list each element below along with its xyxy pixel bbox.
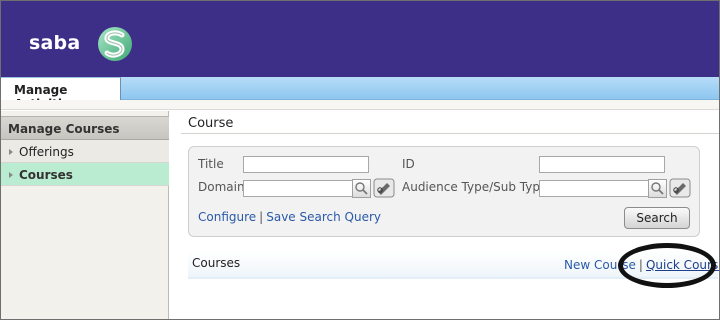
quick-course-link[interactable]: Quick Course (646, 258, 719, 272)
sidebar: Manage Courses Offerings Courses (1, 111, 169, 319)
app-window: saba Manage Activities Manage Courses Of… (0, 0, 720, 320)
audience-input[interactable] (540, 181, 648, 196)
saba-logo-icon (98, 27, 132, 61)
link-separator: | (259, 210, 264, 224)
sidebar-item-label: Offerings (19, 145, 74, 159)
audience-search-button[interactable] (648, 179, 667, 198)
page-title: Course (188, 116, 234, 131)
id-input[interactable] (540, 157, 664, 172)
search-panel: Title ID Domain Audience Type/Sub Type C… (188, 146, 700, 237)
chevron-right-icon (9, 172, 13, 178)
search-button[interactable]: Search (624, 207, 690, 229)
picker-icon (373, 178, 395, 198)
domain-picker-button[interactable] (373, 178, 395, 198)
tab-manage-activities[interactable]: Manage Activities (1, 77, 121, 111)
course-actions: New Course | Quick Course (564, 258, 719, 272)
save-search-query-link[interactable]: Save Search Query (266, 210, 381, 224)
title-input[interactable] (244, 157, 368, 172)
search-icon (355, 182, 368, 195)
divider (181, 133, 719, 134)
audience-label: Audience Type/Sub Type (402, 180, 548, 194)
sub-bar (1, 100, 719, 110)
id-label: ID (402, 157, 415, 171)
id-field[interactable] (539, 156, 665, 173)
domain-label: Domain (198, 180, 245, 194)
title-field[interactable] (243, 156, 369, 173)
tab-strip: Manage Activities (1, 77, 719, 111)
new-course-link[interactable]: New Course (564, 258, 636, 272)
search-links: Configure | Save Search Query (198, 210, 381, 224)
domain-search-button[interactable] (352, 179, 371, 198)
link-separator: | (638, 258, 643, 272)
courses-section-header: Courses New Course | Quick Course (188, 251, 719, 279)
main-content: Course Title ID Domain Audience Type/Sub… (181, 111, 719, 319)
configure-link[interactable]: Configure (198, 210, 256, 224)
domain-input[interactable] (244, 181, 352, 196)
domain-field[interactable] (243, 180, 353, 197)
courses-label: Courses (192, 256, 241, 270)
picker-icon (669, 178, 691, 198)
title-label: Title (198, 157, 224, 171)
audience-picker-button[interactable] (669, 178, 691, 198)
brand-logo-text: saba (29, 32, 81, 54)
header-bar: saba (1, 1, 719, 77)
sidebar-item-offerings[interactable]: Offerings (1, 140, 169, 163)
audience-field[interactable] (539, 180, 649, 197)
sidebar-heading: Manage Courses (1, 116, 169, 140)
search-icon (651, 182, 664, 195)
sidebar-item-courses[interactable]: Courses (1, 163, 169, 186)
sidebar-item-label: Courses (19, 168, 73, 182)
chevron-right-icon (9, 149, 13, 155)
